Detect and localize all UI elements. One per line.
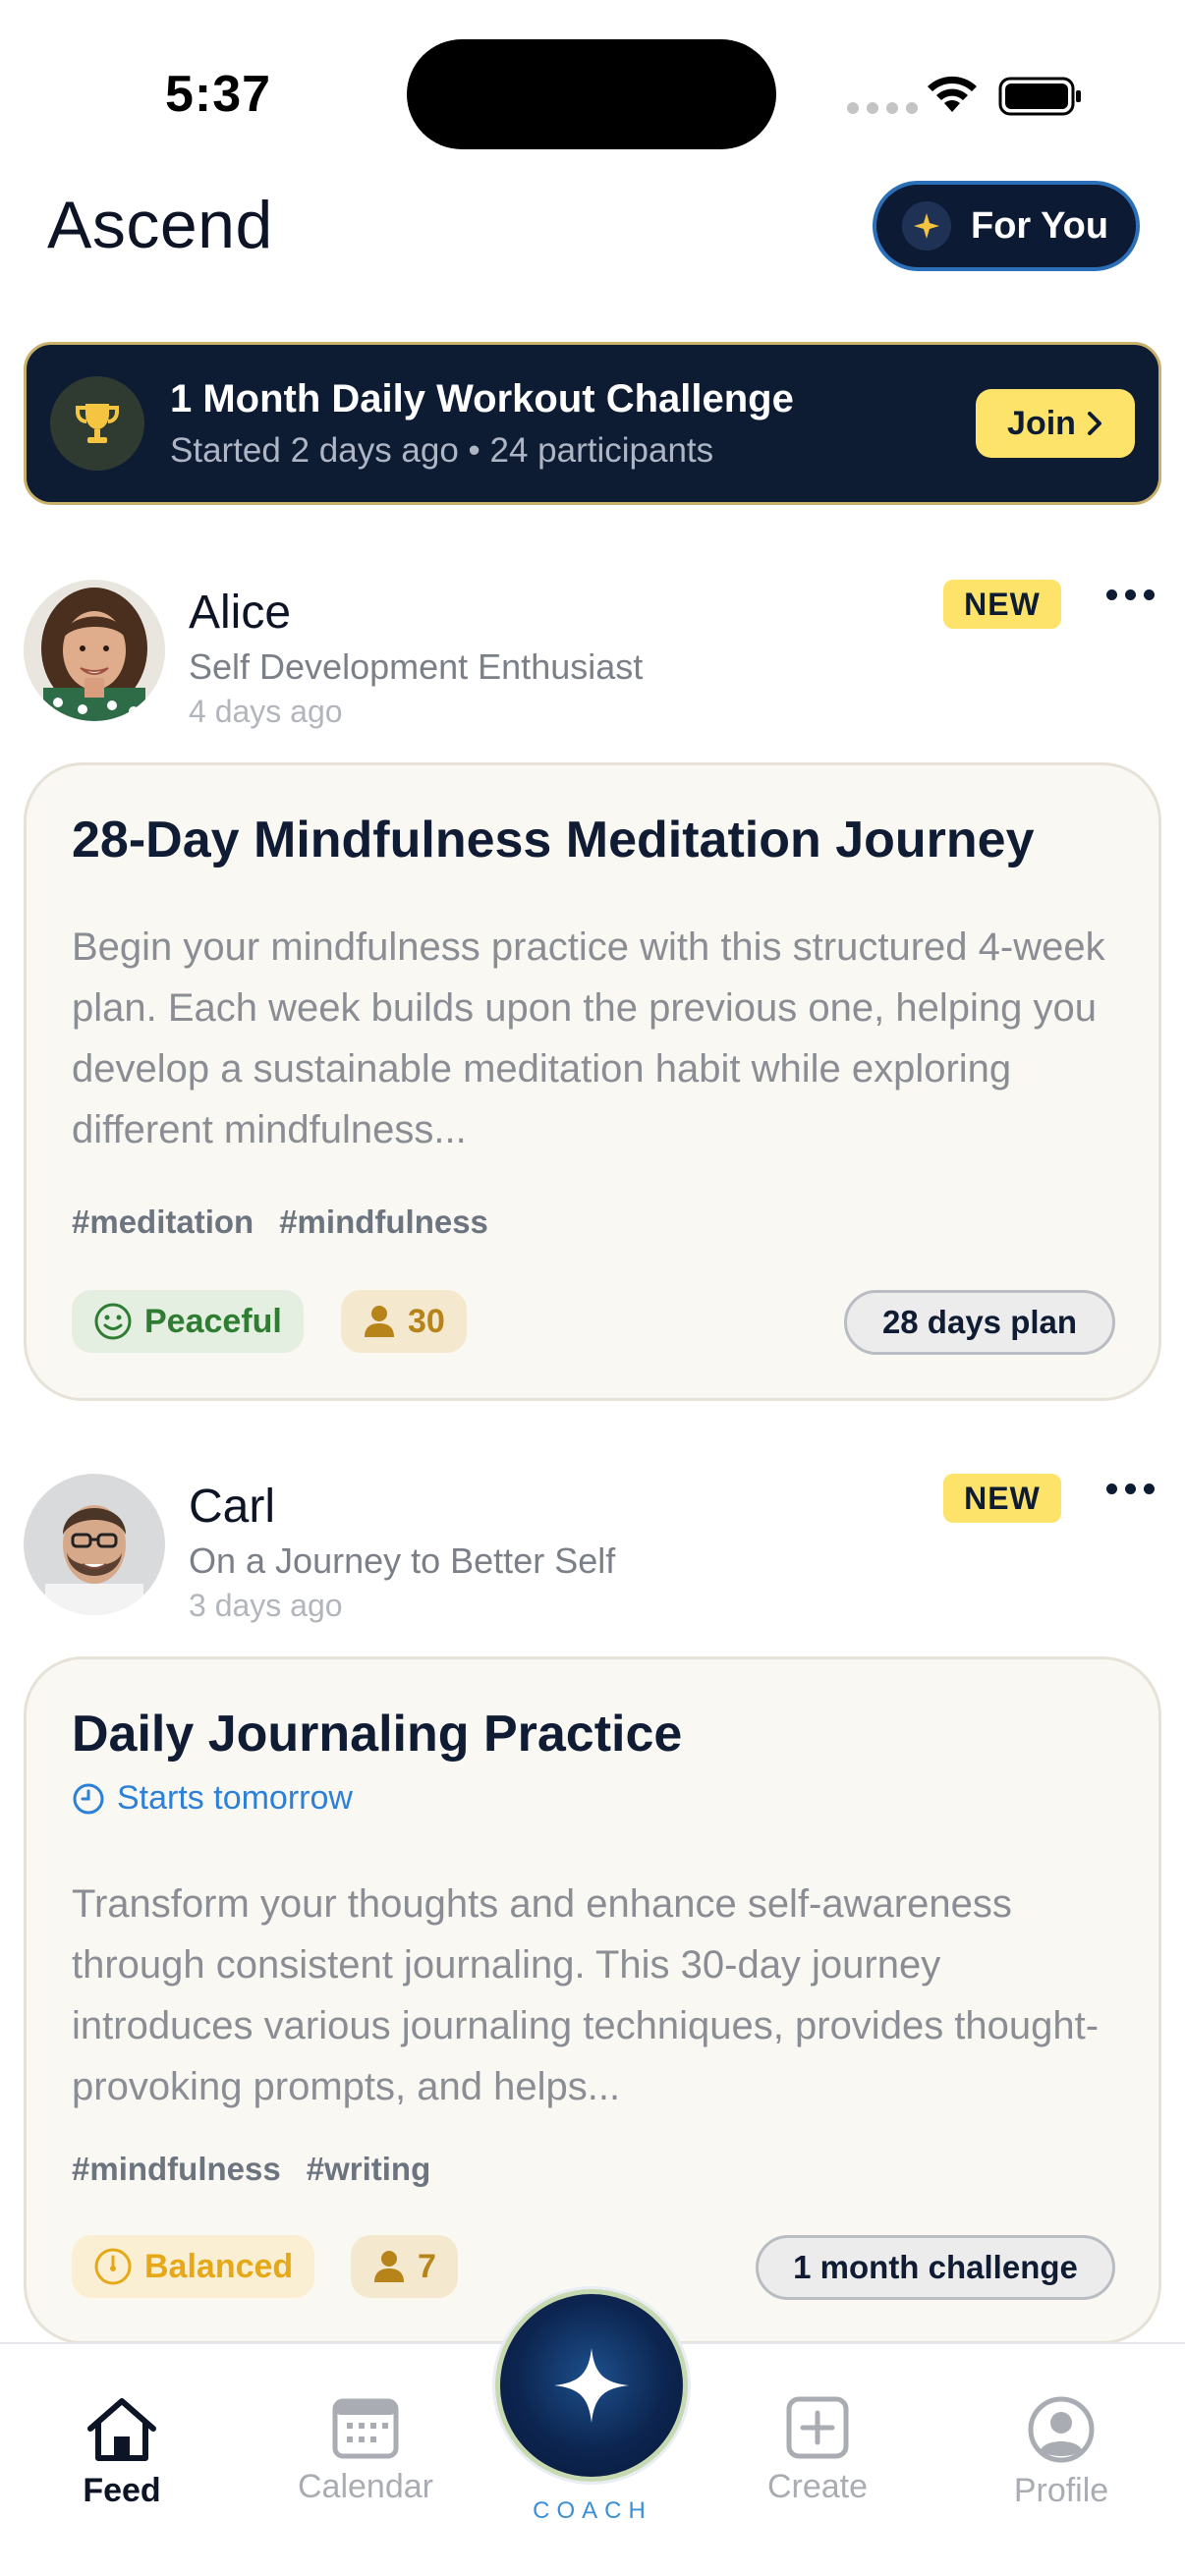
new-badge: NEW (943, 580, 1061, 629)
card-title: Daily Journaling Practice (72, 1706, 683, 1763)
app-title: Ascend (47, 188, 273, 262)
card-description: Begin your mindfulness practice with thi… (72, 925, 1105, 1151)
home-icon (87, 2398, 156, 2461)
card-description: Transform your thoughts and enhance self… (72, 1882, 1100, 2108)
sparkle-icon (902, 201, 951, 251)
status-time: 5:37 (165, 66, 272, 123)
trophy-icon (50, 376, 144, 471)
clock-icon (73, 1783, 104, 1814)
profile-icon (1028, 2396, 1095, 2463)
smile-icon (94, 1303, 132, 1340)
challenge-card[interactable]: Daily Journaling Practice Starts tomorro… (24, 1656, 1161, 2344)
plan-card[interactable]: 28-Day Mindfulness Meditation Journey Be… (24, 762, 1161, 1401)
more-options-icon[interactable] (1106, 589, 1155, 600)
participants-count: 30 (408, 1302, 445, 1340)
participants-chip: 7 (351, 2235, 458, 2298)
person-icon (365, 1306, 394, 1337)
challenge-banner[interactable]: 1 Month Daily Workout Challenge Started … (24, 342, 1161, 505)
more-options-icon[interactable] (1106, 1484, 1155, 1494)
tab-profile[interactable]: Profile (963, 2395, 1159, 2510)
tag[interactable]: #mindfulness (279, 1204, 488, 1241)
join-label: Join (1007, 404, 1076, 442)
tab-feed[interactable]: Feed (24, 2395, 220, 2510)
author-name[interactable]: Carl (189, 1480, 275, 1534)
tag[interactable]: #writing (307, 2151, 431, 2188)
mood-label: Balanced (144, 2247, 294, 2285)
start-date-label: Starts tomorrow (117, 1779, 353, 1817)
card-title: 28-Day Mindfulness Meditation Journey (72, 812, 1035, 868)
mood-chip-peaceful: Peaceful (72, 1290, 304, 1353)
post-time: 4 days ago (189, 694, 343, 729)
coach-label: COACH (533, 2497, 652, 2524)
new-badge: NEW (943, 1474, 1061, 1523)
calendar-icon (332, 2398, 399, 2459)
sparkle-star-icon (554, 2348, 629, 2423)
chevron-right-icon (1087, 412, 1101, 435)
tab-create-label: Create (766, 2468, 869, 2505)
battery-icon (998, 77, 1081, 116)
author-name[interactable]: Alice (189, 586, 291, 640)
mood-chip-balanced: Balanced (72, 2235, 315, 2298)
post-author-header[interactable]: Carl On a Journey to Better Self 3 days … (24, 1474, 1163, 1623)
participants-chip: 30 (341, 1290, 467, 1353)
status-bar: 5:37 (0, 0, 1185, 167)
tag[interactable]: #mindfulness (72, 2151, 281, 2188)
tag-list: #meditation #mindfulness (72, 1204, 488, 1241)
tab-profile-label: Profile (1013, 2472, 1109, 2509)
plan-duration-pill: 1 month challenge (756, 2235, 1115, 2300)
for-you-label: For You (971, 204, 1109, 247)
tab-calendar[interactable]: Calendar (267, 2395, 464, 2506)
gauge-icon (94, 2248, 132, 2285)
author-subtitle: On a Journey to Better Self (189, 1540, 616, 1581)
avatar-carl[interactable] (24, 1474, 165, 1615)
join-button[interactable]: Join (976, 389, 1135, 458)
tab-create[interactable]: Create (719, 2395, 916, 2506)
person-icon (374, 2251, 404, 2282)
author-subtitle: Self Development Enthusiast (189, 646, 644, 687)
challenge-title: 1 Month Daily Workout Challenge (170, 376, 794, 420)
plan-duration-pill: 28 days plan (844, 1290, 1115, 1355)
avatar-alice[interactable] (24, 580, 165, 721)
tag-list: #mindfulness #writing (72, 2151, 430, 2188)
for-you-button[interactable]: For You (873, 181, 1140, 271)
cellular-signal-icon (847, 102, 918, 114)
challenge-subtitle: Started 2 days ago • 24 participants (170, 430, 714, 470)
tab-calendar-label: Calendar (298, 2468, 433, 2505)
post-time: 3 days ago (189, 1588, 343, 1623)
tab-feed-label: Feed (83, 2472, 161, 2509)
plus-square-icon (786, 2396, 849, 2459)
coach-button[interactable] (495, 2289, 688, 2482)
post-author-header[interactable]: Alice Self Development Enthusiast 4 days… (24, 580, 1163, 729)
tag[interactable]: #meditation (72, 1204, 254, 1241)
start-date: Starts tomorrow (72, 1779, 353, 1818)
mood-label: Peaceful (144, 1302, 282, 1340)
wifi-icon (928, 76, 977, 112)
participants-count: 7 (418, 2247, 436, 2285)
dynamic-island (407, 39, 776, 149)
